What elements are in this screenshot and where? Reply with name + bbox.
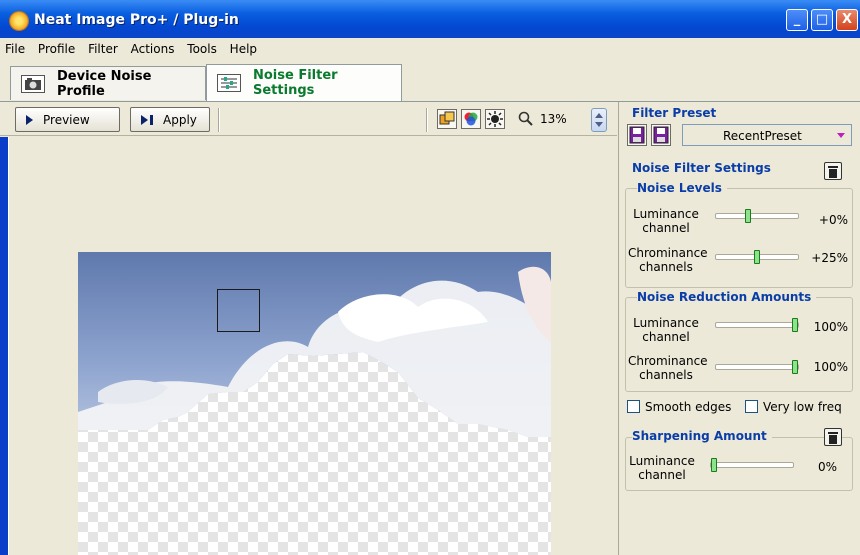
reduction-luminance-value: 100%	[813, 320, 848, 334]
slider-thumb[interactable]	[754, 250, 760, 264]
noise-level-chrominance-label: Chrominance channels	[628, 246, 708, 274]
save-preset-icon[interactable]	[627, 124, 647, 146]
menu-file[interactable]: File	[0, 38, 29, 56]
trash-icon[interactable]	[824, 162, 842, 180]
very-low-freq-label: Very low freq	[763, 400, 842, 414]
menu-filter[interactable]: Filter	[83, 38, 122, 56]
preset-dropdown[interactable]: RecentPreset	[682, 124, 852, 146]
sharpening-luminance-label: Luminance channel	[629, 454, 695, 482]
smooth-edges-checkbox[interactable]	[627, 400, 640, 413]
preview-image[interactable]	[78, 252, 551, 555]
trash-icon[interactable]	[824, 428, 842, 446]
window-title: Neat Image Pro+ / Plug-in	[34, 12, 239, 28]
reduction-chrominance-label: Chrominance channels	[628, 354, 708, 382]
noise-sample-selection[interactable]	[217, 289, 260, 332]
brightness-icon[interactable]	[485, 109, 505, 129]
zoom-level: 13%	[540, 112, 567, 126]
sharpening-luminance-slider[interactable]	[710, 458, 794, 472]
apply-button[interactable]: Apply	[130, 107, 210, 132]
preview-label: Preview	[43, 112, 90, 127]
title-bar: Neat Image Pro+ / Plug-in _ □ X	[0, 0, 860, 38]
load-preset-icon[interactable]	[651, 124, 671, 146]
slider-thumb[interactable]	[711, 458, 717, 472]
menu-bar: File Profile Filter Actions Tools Help	[0, 38, 860, 60]
sharpening-luminance-value: 0%	[817, 460, 837, 474]
compare-view-icon[interactable]	[437, 109, 457, 129]
reduction-chrominance-slider[interactable]	[715, 360, 799, 374]
reduction-luminance-label: Luminance channel	[633, 316, 699, 344]
tab-device-noise-profile[interactable]: Device Noise Profile	[10, 66, 206, 100]
noise-level-luminance-slider[interactable]	[715, 209, 799, 223]
apply-bar-icon	[150, 114, 153, 125]
noise-level-luminance-value: +0%	[818, 213, 848, 227]
noise-reduction-title: Noise Reduction Amounts	[637, 290, 817, 304]
noise-level-luminance-label: Luminance channel	[633, 207, 699, 235]
maximize-button[interactable]: □	[811, 9, 833, 31]
toolbar-separator	[426, 108, 428, 132]
tab-row: Device Noise Profile Noise Filter Settin…	[0, 60, 860, 102]
app-flower-icon	[10, 12, 28, 30]
tab-label: Noise Filter Settings	[253, 68, 338, 98]
camera-icon	[21, 74, 45, 93]
close-button[interactable]: X	[836, 9, 858, 31]
slider-thumb[interactable]	[745, 209, 751, 223]
menu-profile[interactable]: Profile	[33, 38, 79, 56]
zoom-icon[interactable]	[518, 111, 534, 130]
preset-value: RecentPreset	[723, 129, 802, 143]
menu-help[interactable]: Help	[225, 38, 261, 56]
smooth-edges-label: Smooth edges	[645, 400, 732, 414]
slider-thumb[interactable]	[792, 360, 798, 374]
reduction-luminance-slider[interactable]	[715, 318, 799, 332]
tab-label: Device Noise Profile	[57, 68, 152, 99]
sky-cloud-image	[78, 252, 551, 437]
reduction-chrominance-value: 100%	[813, 360, 848, 374]
color-channels-icon[interactable]	[461, 109, 481, 129]
play-icon	[26, 114, 33, 125]
filter-preset-title: Filter Preset	[632, 106, 722, 120]
chevron-down-icon	[837, 133, 845, 138]
left-window-edge	[0, 137, 8, 555]
apply-play-icon	[141, 114, 148, 125]
sliders-icon	[217, 74, 241, 92]
noise-filter-settings-title: Noise Filter Settings	[632, 161, 776, 175]
toolbar-separator	[218, 108, 220, 132]
tab-noise-filter-settings[interactable]: Noise Filter Settings	[206, 64, 402, 101]
sharpening-title: Sharpening Amount	[632, 429, 772, 443]
menu-actions[interactable]: Actions	[126, 38, 179, 56]
minimize-button[interactable]: _	[786, 9, 808, 31]
preview-button[interactable]: Preview	[15, 107, 120, 132]
zoom-spinner[interactable]	[591, 108, 607, 132]
menu-tools[interactable]: Tools	[182, 38, 221, 56]
apply-label: Apply	[163, 112, 197, 127]
slider-thumb[interactable]	[792, 318, 798, 332]
noise-levels-title: Noise Levels	[637, 181, 727, 195]
noise-level-chrominance-value: +25%	[811, 251, 848, 265]
noise-level-chrominance-slider[interactable]	[715, 250, 799, 264]
very-low-freq-checkbox[interactable]	[745, 400, 758, 413]
toolbar: Preview Apply 13%	[0, 102, 617, 136]
